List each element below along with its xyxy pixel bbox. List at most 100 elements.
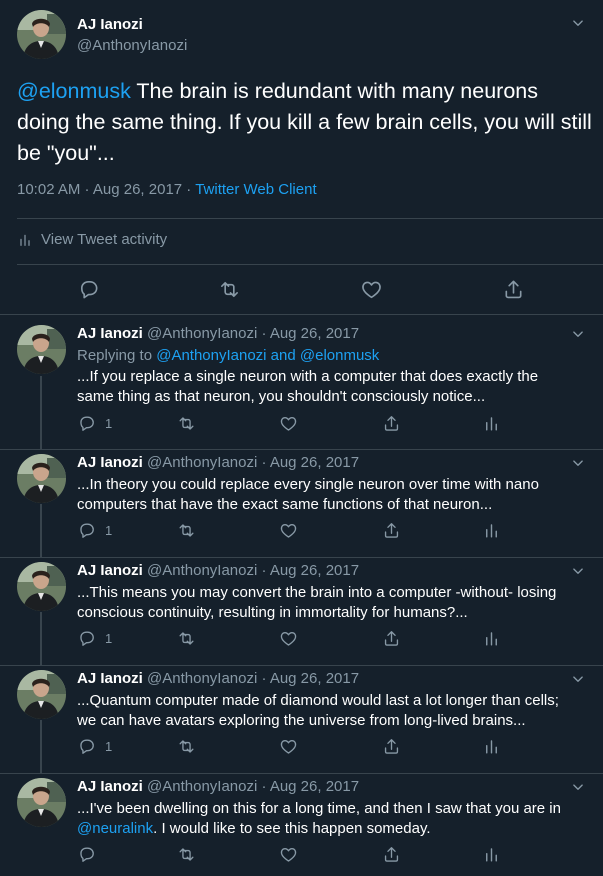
tweet-line: conscious continuity, resulting in immor… [77, 604, 468, 621]
like-icon[interactable] [279, 521, 298, 540]
avatar[interactable] [17, 325, 66, 374]
retweet-icon[interactable] [177, 521, 196, 540]
reply-icon[interactable]: 1 [77, 414, 112, 433]
author-meta: @AnthonyIanozi · Aug 26, 2017 [147, 454, 360, 471]
reply-tweet[interactable]: AJ Ianozi @AnthonyIanozi · Aug 26, 2017 … [0, 562, 603, 662]
tweet-header: AJ Ianozi @AnthonyIanozi · Aug 26, 2017 [77, 670, 359, 687]
tweet-text: ...I've been dwelling on this for a long… [77, 799, 592, 839]
avatar[interactable] [17, 454, 66, 503]
mention-link[interactable]: @neuralink [77, 820, 153, 837]
tweet-line: ...I've been dwelling on this for a long… [77, 800, 561, 817]
retweet-icon[interactable] [177, 737, 196, 756]
stats-icon[interactable] [482, 521, 501, 540]
tweet-header: AJ Ianozi @AnthonyIanozi · Aug 26, 2017 [77, 778, 359, 795]
reply-icon[interactable] [77, 278, 100, 301]
stats-icon[interactable] [482, 629, 501, 648]
divider [17, 264, 603, 265]
reply-tweet[interactable]: AJ Ianozi @AnthonyIanozi · Aug 26, 2017 … [0, 454, 603, 554]
activity-label: View Tweet activity [41, 231, 168, 248]
tweet-text: @elonmusk The brain is redundant with ma… [17, 76, 592, 169]
tweet-header: AJ Ianozi @AnthonyIanozi · Aug 26, 2017 [77, 325, 359, 342]
reply-tweet[interactable]: AJ Ianozi @AnthonyIanozi · Aug 26, 2017 … [0, 325, 603, 445]
tweet-text: ...Quantum computer made of diamond woul… [77, 691, 592, 731]
like-icon[interactable] [279, 737, 298, 756]
chevron-down-icon[interactable] [569, 14, 587, 37]
tweet-line: ...In theory you could replace every sin… [77, 476, 539, 493]
author-name[interactable]: AJ Ianozi [77, 454, 143, 471]
tweet-separator [0, 449, 603, 450]
author-handle[interactable]: @AnthonyIanozi [77, 37, 187, 54]
share-icon[interactable] [502, 278, 525, 301]
reply-count: 1 [105, 523, 113, 538]
reply-tweet[interactable]: AJ Ianozi @AnthonyIanozi · Aug 26, 2017 … [0, 778, 603, 876]
stats-icon[interactable] [482, 414, 501, 433]
reply-count: 1 [105, 416, 113, 431]
chevron-down-icon[interactable] [569, 778, 587, 801]
avatar[interactable] [17, 562, 66, 611]
author-name[interactable]: AJ Ianozi [77, 325, 143, 342]
reply-count: 1 [105, 631, 113, 646]
tweet-line: ...This means you may convert the brain … [77, 584, 557, 601]
replying-to-link[interactable]: @AnthonyIanozi and @elonmusk [156, 347, 379, 364]
chevron-down-icon[interactable] [569, 454, 587, 477]
reply-icon[interactable] [77, 845, 105, 864]
reply-tweet[interactable]: AJ Ianozi @AnthonyIanozi · Aug 26, 2017 … [0, 670, 603, 770]
retweet-icon[interactable] [177, 629, 196, 648]
share-icon[interactable] [382, 521, 401, 540]
view-tweet-activity[interactable]: View Tweet activity [17, 231, 167, 248]
tweet-separator [0, 665, 603, 666]
reply-icon[interactable]: 1 [77, 521, 112, 540]
author-name[interactable]: AJ Ianozi [77, 778, 143, 795]
client-link[interactable]: Twitter Web Client [195, 181, 316, 198]
retweet-icon[interactable] [218, 278, 241, 301]
retweet-icon[interactable] [177, 845, 196, 864]
reply-icon[interactable]: 1 [77, 737, 112, 756]
replying-to: Replying to @AnthonyIanozi and @elonmusk [77, 347, 379, 364]
tweet-header: AJ Ianozi @AnthonyIanozi · Aug 26, 2017 [77, 454, 359, 471]
like-icon[interactable] [279, 845, 298, 864]
like-icon[interactable] [279, 414, 298, 433]
tweet-timestamp: 10:02 AM · Aug 26, 2017 · Twitter Web Cl… [17, 181, 317, 198]
tweet-text: ...This means you may convert the brain … [77, 583, 592, 623]
author-name[interactable]: AJ Ianozi [77, 562, 143, 579]
tweet-line: same thing as that neuron, you shouldn't… [77, 388, 486, 405]
divider [17, 218, 603, 219]
tweet-line: ...Quantum computer made of diamond woul… [77, 692, 559, 709]
avatar[interactable] [17, 670, 66, 719]
tweet-header: AJ Ianozi @AnthonyIanozi · Aug 26, 2017 [77, 562, 359, 579]
stats-icon [20, 234, 30, 246]
share-icon[interactable] [382, 629, 401, 648]
like-icon[interactable] [360, 278, 383, 301]
author-meta: @AnthonyIanozi · Aug 26, 2017 [147, 325, 360, 342]
reply-count: 1 [105, 739, 113, 754]
retweet-icon[interactable] [177, 414, 196, 433]
tweet-line: @neuralink. I would like to see this hap… [77, 819, 592, 839]
mention-link[interactable]: @elonmusk [17, 79, 131, 103]
chevron-down-icon[interactable] [569, 670, 587, 693]
replying-prefix: Replying to [77, 347, 157, 364]
author-meta: @AnthonyIanozi · Aug 26, 2017 [147, 778, 360, 795]
avatar[interactable] [17, 778, 66, 827]
share-icon[interactable] [382, 737, 401, 756]
tweet-separator [0, 773, 603, 774]
author-name[interactable]: AJ Ianozi [77, 16, 143, 33]
tweet-text: ...In theory you could replace every sin… [77, 475, 592, 515]
stats-icon[interactable] [482, 845, 501, 864]
tweet-line: ...If you replace a single neuron with a… [77, 368, 539, 385]
share-icon[interactable] [382, 845, 401, 864]
tweet-line: we can have avatars exploring the univer… [77, 712, 526, 729]
avatar[interactable] [17, 10, 66, 59]
chevron-down-icon[interactable] [569, 325, 587, 348]
share-icon[interactable] [382, 414, 401, 433]
stats-icon[interactable] [482, 737, 501, 756]
tweet-line: computers that have the exact same funct… [77, 496, 493, 513]
tweet-separator [0, 557, 603, 558]
main-tweet: AJ Ianozi @AnthonyIanozi @elonmusk The b… [0, 0, 603, 315]
reply-icon[interactable]: 1 [77, 629, 112, 648]
author-meta: @AnthonyIanozi · Aug 26, 2017 [147, 670, 360, 687]
timestamp-text[interactable]: 10:02 AM · Aug 26, 2017 · [17, 181, 195, 198]
like-icon[interactable] [279, 629, 298, 648]
tweet-line-rest: . I would like to see this happen someda… [153, 820, 431, 837]
chevron-down-icon[interactable] [569, 562, 587, 585]
author-name[interactable]: AJ Ianozi [77, 670, 143, 687]
